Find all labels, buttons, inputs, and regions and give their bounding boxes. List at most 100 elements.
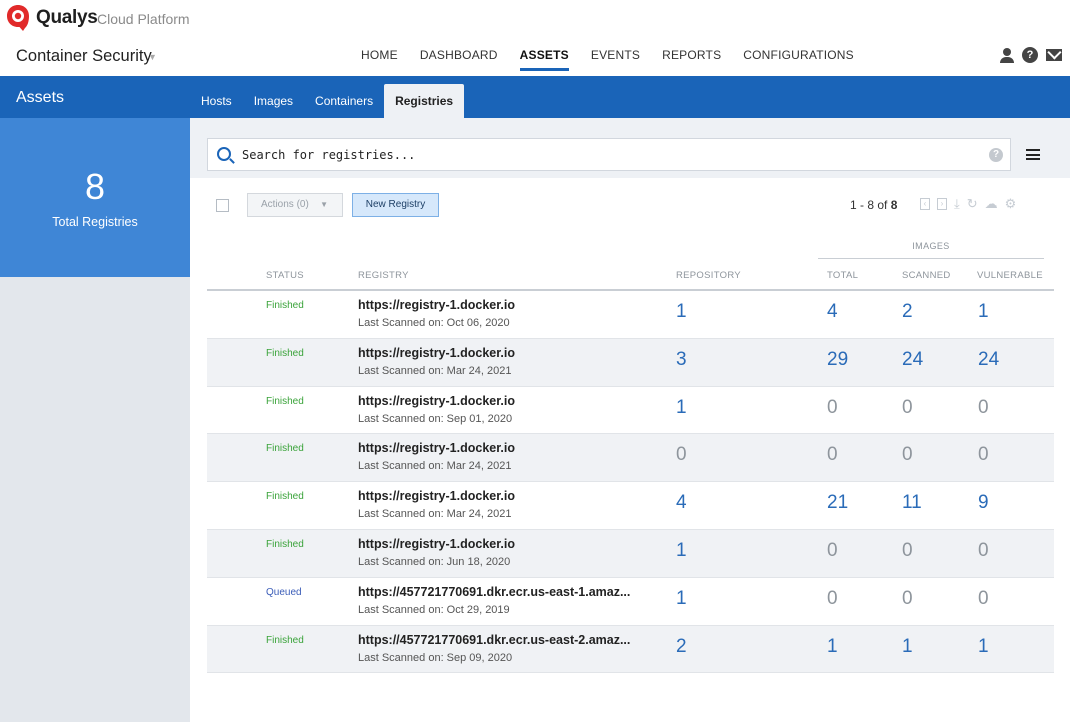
- download-icon[interactable]: ⤓: [954, 197, 960, 211]
- nav-reports[interactable]: REPORTS: [662, 38, 721, 76]
- column-header-status[interactable]: STATUS: [266, 270, 304, 281]
- registry-url[interactable]: https://registry-1.docker.io: [358, 537, 515, 551]
- chevron-down-icon[interactable]: ▼: [148, 52, 157, 62]
- help-icon[interactable]: ?: [1022, 47, 1038, 63]
- images-total-count[interactable]: 21: [827, 492, 848, 514]
- repository-count[interactable]: 0: [676, 444, 687, 466]
- previous-page-icon[interactable]: ‹: [920, 198, 930, 210]
- registry-url[interactable]: https://registry-1.docker.io: [358, 489, 515, 503]
- table-row[interactable]: Finished https://registry-1.docker.io Last…: [207, 529, 1054, 578]
- tab-registries[interactable]: Registries: [384, 84, 465, 118]
- repository-count[interactable]: 3: [676, 349, 687, 371]
- images-vulnerable-count[interactable]: 1: [978, 636, 989, 658]
- table-row[interactable]: Finished https://registry-1.docker.io Last…: [207, 434, 1054, 483]
- images-vulnerable-count[interactable]: 1: [978, 301, 989, 323]
- repository-count[interactable]: 1: [676, 301, 687, 323]
- tab-images[interactable]: Images: [243, 84, 304, 118]
- registry-url[interactable]: https://457721770691.dkr.ecr.us-east-1.a…: [358, 585, 630, 599]
- registries-table: Finished https://registry-1.docker.io Last…: [207, 291, 1054, 674]
- pagination-info: 1 - 8 of 8: [850, 198, 897, 212]
- nav-assets[interactable]: ASSETS: [519, 38, 570, 76]
- search-input[interactable]: [242, 145, 962, 165]
- images-vulnerable-count[interactable]: 24: [978, 349, 999, 371]
- user-icon[interactable]: [1000, 47, 1014, 63]
- column-header-repository[interactable]: REPOSITORY: [676, 270, 741, 281]
- hamburger-menu-icon[interactable]: [1026, 149, 1040, 160]
- registry-url[interactable]: https://registry-1.docker.io: [358, 346, 515, 360]
- repository-count[interactable]: 4: [676, 492, 687, 514]
- tab-hosts[interactable]: Hosts: [190, 84, 243, 118]
- registry-url[interactable]: https://registry-1.docker.io: [358, 298, 515, 312]
- repository-count[interactable]: 1: [676, 540, 687, 562]
- next-page-icon[interactable]: ›: [937, 198, 947, 210]
- registry-url[interactable]: https://457721770691.dkr.ecr.us-east-2.a…: [358, 633, 630, 647]
- section-bar: Assets Hosts Images Containers Registries: [0, 76, 1070, 118]
- chevron-down-icon: ▼: [320, 200, 328, 209]
- nav-configurations[interactable]: CONFIGURATIONS: [743, 38, 854, 76]
- images-vulnerable-count[interactable]: 0: [978, 540, 989, 562]
- images-total-count[interactable]: 4: [827, 301, 838, 323]
- gear-icon[interactable]: ⚙: [1005, 197, 1017, 211]
- images-scanned-count[interactable]: 24: [902, 349, 923, 371]
- images-total-count[interactable]: 0: [827, 397, 838, 419]
- images-scanned-count[interactable]: 1: [902, 636, 913, 658]
- table-row[interactable]: Finished https://registry-1.docker.io Last…: [207, 482, 1054, 530]
- images-vulnerable-count[interactable]: 0: [978, 444, 989, 466]
- images-scanned-count[interactable]: 2: [902, 301, 913, 323]
- images-total-count[interactable]: 1: [827, 636, 838, 658]
- module-selector[interactable]: Container Security: [16, 47, 152, 66]
- table-row[interactable]: Finished https://457721770691.dkr.ecr.us-…: [207, 625, 1054, 674]
- refresh-icon[interactable]: ↻: [967, 197, 978, 211]
- images-vulnerable-count[interactable]: 9: [978, 492, 989, 514]
- column-header-registry[interactable]: REGISTRY: [358, 270, 409, 281]
- last-scanned: Last Scanned on: Mar 24, 2021: [358, 508, 512, 521]
- status-badge: Finished: [266, 634, 304, 646]
- images-vulnerable-count[interactable]: 0: [978, 397, 989, 419]
- images-vulnerable-count[interactable]: 0: [978, 588, 989, 610]
- images-total-count[interactable]: 0: [827, 540, 838, 562]
- new-registry-button[interactable]: New Registry: [352, 193, 439, 217]
- top-navigation: HOME DASHBOARD ASSETS EVENTS REPORTS CONFIGUR…: [350, 38, 865, 76]
- brand-name[interactable]: Qualys: [36, 7, 98, 29]
- column-header-scanned[interactable]: SCANNED: [902, 270, 951, 281]
- table-row[interactable]: Finished https://registry-1.docker.io Last…: [207, 387, 1054, 435]
- mail-icon[interactable]: [1046, 49, 1062, 61]
- cloud-icon[interactable]: ☁: [985, 197, 998, 211]
- nav-home[interactable]: HOME: [361, 38, 398, 76]
- last-scanned: Last Scanned on: Oct 29, 2019: [358, 603, 510, 616]
- search-band: ?: [190, 118, 1070, 178]
- column-header-vulnerable[interactable]: VULNERABLE: [977, 270, 1043, 281]
- nav-events[interactable]: EVENTS: [591, 38, 640, 76]
- search-help-icon[interactable]: ?: [989, 148, 1003, 162]
- app-header: Container Security ▼ HOME DASHBOARD ASSETS…: [0, 38, 1070, 76]
- images-scanned-count[interactable]: 0: [902, 588, 913, 610]
- repository-count[interactable]: 1: [676, 397, 687, 419]
- images-scanned-count[interactable]: 0: [902, 540, 913, 562]
- search-icon[interactable]: [217, 147, 231, 161]
- images-total-count[interactable]: 29: [827, 349, 848, 371]
- nav-dashboard[interactable]: DASHBOARD: [420, 38, 498, 76]
- left-sidebar: 8 Total Registries: [0, 118, 190, 722]
- column-header-total[interactable]: TOTAL: [827, 270, 858, 281]
- last-scanned: Last Scanned on: Jun 18, 2020: [358, 555, 511, 568]
- repository-count[interactable]: 2: [676, 636, 687, 658]
- tab-containers[interactable]: Containers: [304, 84, 384, 118]
- images-total-count[interactable]: 0: [827, 588, 838, 610]
- images-total-count[interactable]: 0: [827, 444, 838, 466]
- table-row[interactable]: Finished https://registry-1.docker.io Last…: [207, 338, 1054, 387]
- registry-url[interactable]: https://registry-1.docker.io: [358, 441, 515, 455]
- select-all-checkbox[interactable]: [216, 199, 229, 212]
- table-row[interactable]: Queued https://457721770691.dkr.ecr.us-ea…: [207, 578, 1054, 626]
- images-scanned-count[interactable]: 11: [902, 492, 922, 514]
- total-registries-label: Total Registries: [52, 215, 138, 229]
- total-registries-card: 8 Total Registries: [0, 118, 190, 277]
- images-scanned-count[interactable]: 0: [902, 397, 913, 419]
- asset-tabs: Hosts Images Containers Registries: [190, 84, 465, 118]
- table-row[interactable]: Finished https://registry-1.docker.io Last…: [207, 291, 1054, 339]
- images-scanned-count[interactable]: 0: [902, 444, 913, 466]
- repository-count[interactable]: 1: [676, 588, 687, 610]
- actions-dropdown[interactable]: Actions (0) ▼: [247, 193, 343, 217]
- registry-url[interactable]: https://registry-1.docker.io: [358, 394, 515, 408]
- qualys-logo-icon[interactable]: [6, 4, 30, 32]
- total-registries-count: 8: [84, 166, 106, 207]
